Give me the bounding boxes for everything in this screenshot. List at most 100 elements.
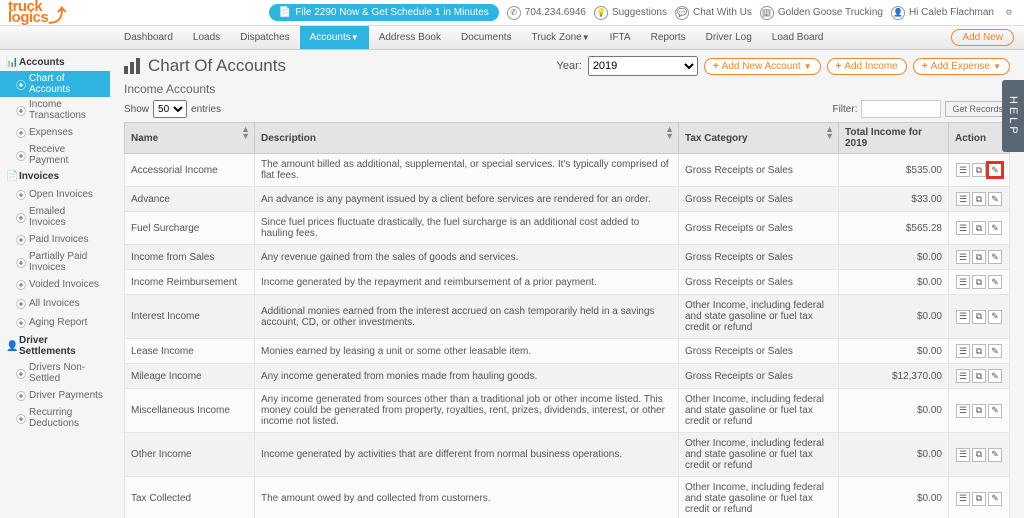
add-new-button[interactable]: Add New <box>951 29 1014 46</box>
detail-icon[interactable]: ☰ <box>956 492 970 506</box>
sidebar-item-expenses[interactable]: ⦿Expenses <box>0 123 110 142</box>
clock-icon: ⦿ <box>16 77 25 92</box>
sidebar-item-emailed-invoices[interactable]: ⦿Emailed Invoices <box>0 204 110 230</box>
clock-icon: ⦿ <box>16 187 25 202</box>
edit-icon[interactable]: ✎ <box>988 310 1002 324</box>
promo-ribbon[interactable]: 📄 File 2290 Now & Get Schedule 1 in Minu… <box>269 4 499 21</box>
nav-documents[interactable]: Documents <box>451 26 522 49</box>
cell-name: Advance <box>125 187 255 212</box>
sidebar-item-aging-report[interactable]: ⦿Aging Report <box>0 313 110 332</box>
detail-icon[interactable]: ☰ <box>956 448 970 462</box>
edit-icon[interactable]: ✎ <box>988 221 1002 235</box>
sidebar-item-driver-payments[interactable]: ⦿Driver Payments <box>0 386 110 405</box>
edit-icon[interactable]: ✎ <box>988 369 1002 383</box>
sidebar-item-partially-paid-invoices[interactable]: ⦿Partially Paid Invoices <box>0 249 110 275</box>
detail-icon[interactable]: ☰ <box>956 221 970 235</box>
col-description[interactable]: Description▲▼ <box>255 123 679 154</box>
sidebar-item-open-invoices[interactable]: ⦿Open Invoices <box>0 185 110 204</box>
suggestions-link[interactable]: 💡Suggestions <box>594 6 667 20</box>
filter-input[interactable] <box>861 100 941 118</box>
clock-icon: ⦿ <box>16 125 25 140</box>
col-total-income-for-2019[interactable]: Total Income for 2019 <box>839 123 949 154</box>
edit-icon[interactable]: ✎ <box>988 275 1002 289</box>
cell-total: $0.00 <box>839 339 949 364</box>
detail-icon[interactable]: ☰ <box>956 344 970 358</box>
add-income-button[interactable]: +Add Income <box>827 58 907 75</box>
company-link[interactable]: 🏢Golden Goose Trucking <box>760 6 883 20</box>
detail-icon[interactable]: ☰ <box>956 163 970 177</box>
copy-icon[interactable]: ⧉ <box>972 163 986 177</box>
cell-desc: Any income generated from monies made fr… <box>255 364 679 389</box>
nav-reports[interactable]: Reports <box>641 26 696 49</box>
sidebar-item-paid-invoices[interactable]: ⦿Paid Invoices <box>0 230 110 249</box>
nav-driver-log[interactable]: Driver Log <box>696 26 762 49</box>
sidebar-item-income-transactions[interactable]: ⦿Income Transactions <box>0 97 110 123</box>
copy-icon[interactable]: ⧉ <box>972 369 986 383</box>
nav-load-board[interactable]: Load Board <box>762 26 834 49</box>
user-greeting[interactable]: 👤Hi Caleb Flachman <box>891 6 994 20</box>
sidebar-item-voided-invoices[interactable]: ⦿Voided Invoices <box>0 275 110 294</box>
sidebar-group-invoices[interactable]: 📄Invoices <box>0 168 110 185</box>
nav-ifta[interactable]: IFTA <box>600 26 641 49</box>
detail-icon[interactable]: ☰ <box>956 369 970 383</box>
copy-icon[interactable]: ⧉ <box>972 492 986 506</box>
year-select[interactable]: 2019 <box>588 56 698 76</box>
sidebar-item-drivers-non-settled[interactable]: ⦿Drivers Non-Settled <box>0 360 110 386</box>
table-row: Income ReimbursementIncome generated by … <box>125 270 1010 295</box>
edit-icon[interactable]: ✎ <box>988 192 1002 206</box>
sidebar-item-receive-payment[interactable]: ⦿Receive Payment <box>0 142 110 168</box>
copy-icon[interactable]: ⧉ <box>972 221 986 235</box>
cell-desc: Monies earned by leasing a unit or some … <box>255 339 679 364</box>
detail-icon[interactable]: ☰ <box>956 275 970 289</box>
detail-icon[interactable]: ☰ <box>956 250 970 264</box>
sidebar-item-chart-of-accounts[interactable]: ⦿Chart of Accounts <box>0 71 110 97</box>
cell-desc: The amount owed by and collected from cu… <box>255 477 679 518</box>
group-icon: 📊 <box>6 57 15 68</box>
cell-actions: ☰⧉✎ <box>949 433 1010 477</box>
table-row: Fuel SurchargeSince fuel prices fluctuat… <box>125 212 1010 245</box>
edit-icon[interactable]: ✎ <box>988 250 1002 264</box>
col-action[interactable]: Action <box>949 123 1010 154</box>
nav-dispatches[interactable]: Dispatches <box>230 26 299 49</box>
clock-icon: ⦿ <box>16 388 25 403</box>
cell-total: $0.00 <box>839 389 949 433</box>
col-name[interactable]: Name▲▼ <box>125 123 255 154</box>
phone-link[interactable]: ✆704.234.6946 <box>507 6 586 20</box>
sidebar-item-recurring-deductions[interactable]: ⦿Recurring Deductions <box>0 405 110 431</box>
edit-icon[interactable]: ✎ <box>988 404 1002 418</box>
edit-icon[interactable]: ✎ <box>988 492 1002 506</box>
nav-truck-zone[interactable]: Truck Zone ▼ <box>522 26 600 49</box>
nav-accounts[interactable]: Accounts ▼ <box>300 26 369 49</box>
help-tab[interactable]: HELP <box>1002 80 1024 152</box>
page-size-select[interactable]: 50 <box>153 100 187 118</box>
detail-icon[interactable]: ☰ <box>956 310 970 324</box>
nav-loads[interactable]: Loads <box>183 26 230 49</box>
copy-icon[interactable]: ⧉ <box>972 310 986 324</box>
edit-icon[interactable]: ✎ <box>988 344 1002 358</box>
copy-icon[interactable]: ⧉ <box>972 275 986 289</box>
edit-icon[interactable]: ✎ <box>988 163 1002 177</box>
sidebar-group-accounts[interactable]: 📊Accounts <box>0 54 110 71</box>
cell-tax: Gross Receipts or Sales <box>679 187 839 212</box>
copy-icon[interactable]: ⧉ <box>972 192 986 206</box>
copy-icon[interactable]: ⧉ <box>972 404 986 418</box>
detail-icon[interactable]: ☰ <box>956 192 970 206</box>
logo[interactable]: trucklogics⤴ <box>8 1 66 24</box>
copy-icon[interactable]: ⧉ <box>972 344 986 358</box>
sidebar-group-driver-settlements[interactable]: 👤Driver Settlements <box>0 332 110 360</box>
add-expense-button[interactable]: +Add Expense▼ <box>913 58 1010 75</box>
get-records-button[interactable]: Get Records <box>945 101 1010 117</box>
copy-icon[interactable]: ⧉ <box>972 448 986 462</box>
chat-link[interactable]: 💬Chat With Us <box>675 6 752 20</box>
col-tax-category[interactable]: Tax Category▲▼ <box>679 123 839 154</box>
gear-icon[interactable]: ⚙ <box>1002 6 1016 20</box>
cell-actions: ☰⧉✎ <box>949 187 1010 212</box>
nav-address-book[interactable]: Address Book <box>369 26 451 49</box>
cell-tax: Other Income, including federal and stat… <box>679 433 839 477</box>
detail-icon[interactable]: ☰ <box>956 404 970 418</box>
sidebar-item-all-invoices[interactable]: ⦿All Invoices <box>0 294 110 313</box>
edit-icon[interactable]: ✎ <box>988 448 1002 462</box>
nav-dashboard[interactable]: Dashboard <box>114 26 183 49</box>
add-new-account-button[interactable]: +Add New Account▼ <box>704 58 821 75</box>
copy-icon[interactable]: ⧉ <box>972 250 986 264</box>
